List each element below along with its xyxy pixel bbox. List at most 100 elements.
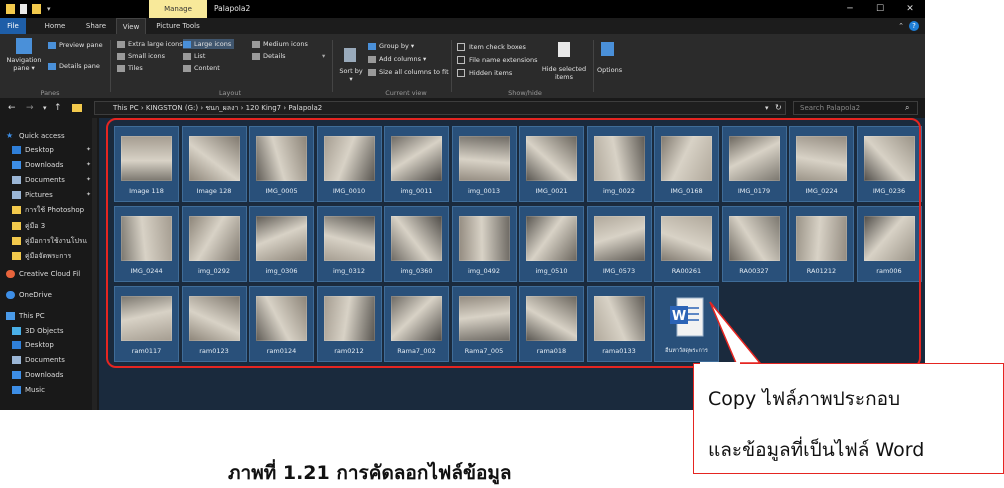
tab-view[interactable]: View [116, 18, 146, 34]
sort-by-button[interactable]: Sort by ▾ [339, 67, 363, 83]
up-arrow-icon[interactable]: ↑ [54, 101, 62, 115]
show-hide-group-label: Show/hide [508, 89, 542, 97]
large-icons-icon [183, 40, 191, 48]
onedrive-icon [6, 291, 15, 299]
extra-large-icons-label: Extra large icons [128, 40, 183, 48]
pin-icon[interactable]: ✦ [86, 144, 91, 156]
details-label: Details [263, 52, 286, 60]
quick-access-dropdown-icon[interactable]: ▾ [47, 4, 56, 14]
address-dropdown-icon[interactable]: ▾ [765, 101, 769, 115]
tab-home[interactable]: Home [40, 18, 70, 34]
details-option[interactable]: Details [252, 51, 286, 61]
recent-locations-icon[interactable]: ▾ [43, 101, 47, 115]
tab-file[interactable]: File [0, 18, 26, 34]
pin-icon[interactable]: ✦ [86, 174, 91, 186]
list-option[interactable]: List [183, 51, 205, 61]
sidebar-item[interactable]: Music [0, 384, 107, 396]
maximize-button[interactable]: ☐ [865, 0, 895, 18]
sidebar-item[interactable]: Creative Cloud Fil [0, 268, 101, 280]
search-input[interactable]: Search Palapola2 [793, 101, 918, 115]
pin-icon[interactable]: ✦ [86, 159, 91, 171]
back-arrow-icon[interactable]: ← [8, 101, 16, 115]
pin-icon[interactable]: ✦ [86, 189, 91, 201]
close-button[interactable]: ✕ [895, 0, 925, 18]
ribbon-divider [451, 40, 452, 92]
breadcrumb-folder[interactable]: 120 King7 [246, 104, 281, 112]
title-bar: ▾ Manage Palapola2 ─ ☐ ✕ [0, 0, 925, 18]
extra-large-icons-option[interactable]: Extra large icons [117, 39, 183, 49]
pictures-icon [12, 191, 21, 199]
content-option[interactable]: Content [183, 63, 220, 73]
sidebar-item[interactable]: Desktop [0, 339, 107, 351]
sidebar-item[interactable]: คู่มือการใช้งานโปรแ [0, 235, 107, 247]
sidebar-item[interactable]: 3D Objects [0, 325, 107, 337]
new-folder-icon[interactable] [32, 4, 41, 14]
breadcrumb-folder[interactable]: ชนก_ผลงา [205, 104, 238, 112]
sidebar-item[interactable]: คู่มือจัดพระการ [0, 250, 107, 262]
preview-pane-button[interactable]: Preview pane [48, 40, 103, 50]
music-icon [12, 386, 21, 394]
sidebar-item[interactable]: Downloads ✦ [0, 159, 107, 171]
figure-caption: ภาพที่ 1.21 การคัดลอกไฟล์ข้อมูล [228, 462, 512, 484]
group-by-button[interactable]: Group by ▾ [368, 41, 414, 51]
window-title: Palapola2 [214, 4, 251, 13]
medium-icons-option[interactable]: Medium icons [252, 39, 308, 49]
sidebar-item[interactable]: ★ Quick access [0, 130, 101, 142]
forward-arrow-icon[interactable]: → [26, 101, 34, 115]
sidebar-item[interactable]: Pictures ✦ [0, 189, 107, 201]
download-icon [12, 371, 21, 379]
sidebar-item[interactable]: การใช้ Photoshop [0, 204, 107, 216]
options-button[interactable]: Options [597, 65, 622, 75]
sidebar-item[interactable]: Documents [0, 354, 107, 366]
medium-icons-icon [252, 40, 260, 48]
tab-picture-tools[interactable]: Picture Tools [149, 18, 207, 34]
sidebar-item[interactable]: Downloads [0, 369, 107, 381]
preview-pane-label: Preview pane [59, 41, 103, 49]
tab-share[interactable]: Share [82, 18, 110, 34]
hide-selected-items-button[interactable]: Hide selected items [540, 65, 588, 81]
breadcrumb-drive[interactable]: KINGSTON (G:) [146, 104, 198, 112]
sidebar-scrollbar[interactable] [92, 118, 97, 410]
content-icon [183, 64, 191, 72]
sidebar-item[interactable]: Desktop ✦ [0, 144, 107, 156]
breadcrumb-this-pc[interactable]: This PC [113, 104, 139, 112]
layout-more-icon[interactable]: ▾ [322, 51, 325, 61]
navigation-pane-button[interactable]: Navigation pane ▾ [2, 56, 46, 72]
folder-icon [12, 222, 21, 230]
help-icon[interactable]: ? [908, 18, 920, 34]
ribbon-divider [110, 40, 111, 92]
layout-group-label: Layout [218, 89, 242, 97]
item-check-boxes-option[interactable]: Item check boxes [457, 42, 526, 52]
sidebar-item[interactable]: คู่มือ 3 [0, 220, 107, 232]
folder-icon [72, 104, 82, 112]
sidebar-item[interactable]: Documents ✦ [0, 174, 107, 186]
breadcrumb-separator: › [138, 104, 146, 112]
address-bar[interactable]: This PC › KINGSTON (G:) › ชนก_ผลงา › 120… [94, 101, 786, 115]
folder-icon [12, 252, 21, 260]
collapse-ribbon-icon[interactable]: ⌃ [896, 18, 906, 34]
sidebar-item[interactable]: OneDrive [0, 289, 101, 301]
manage-tab[interactable]: Manage [149, 0, 207, 18]
sidebar-item-label: Music [25, 386, 45, 394]
size-all-columns-button[interactable]: Size all columns to fit [368, 67, 449, 77]
folder-icon [12, 237, 21, 245]
file-name-extensions-option[interactable]: File name extensions [457, 55, 538, 65]
details-pane-button[interactable]: Details pane [48, 61, 100, 71]
add-columns-button[interactable]: Add columns ▾ [368, 54, 426, 64]
small-icons-option[interactable]: Small icons [117, 51, 165, 61]
large-icons-option[interactable]: Large icons [183, 39, 235, 49]
hidden-items-option[interactable]: Hidden items [457, 68, 512, 78]
refresh-icon[interactable]: ↻ [775, 101, 782, 115]
list-icon [183, 52, 191, 60]
sidebar-item-label: คู่มือ 3 [25, 222, 46, 230]
breadcrumb-current[interactable]: Palapola2 [288, 104, 322, 112]
documents-icon [12, 356, 21, 364]
callout-pointer [709, 301, 762, 364]
search-icon[interactable]: ⌕ [905, 101, 909, 115]
properties-icon[interactable] [20, 4, 27, 14]
item-check-boxes-checkbox [457, 43, 465, 51]
sidebar-item[interactable]: This PC [0, 310, 101, 322]
tiles-option[interactable]: Tiles [117, 63, 143, 73]
folder-icon [12, 206, 21, 214]
minimize-button[interactable]: ─ [835, 0, 865, 18]
